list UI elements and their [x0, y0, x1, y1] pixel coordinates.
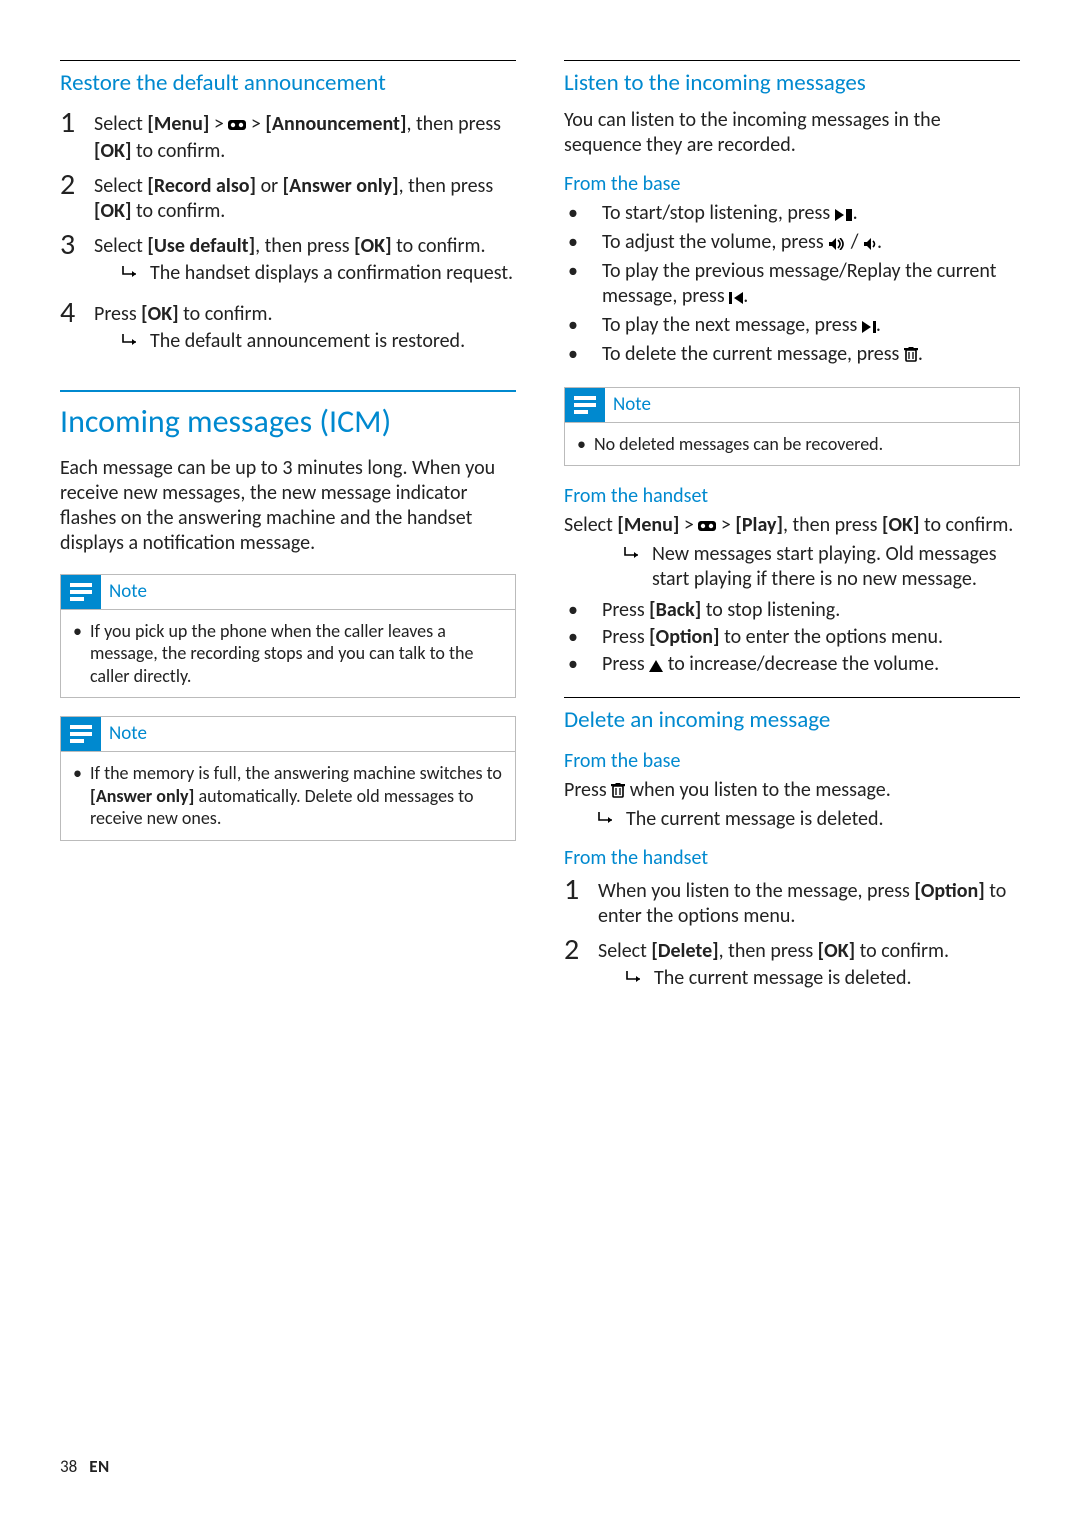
trash-icon: [611, 780, 625, 805]
step: Select [Use default], then press [OK] to…: [60, 230, 516, 292]
step: Press [OK] to confirm. The default annou…: [60, 298, 516, 360]
step: When you listen to the message, press [O…: [564, 875, 1020, 929]
result: The default announcement is restored.: [122, 329, 465, 354]
result-arrow-icon: [122, 329, 150, 352]
rule: [60, 60, 516, 61]
page-number: 38: [60, 1456, 77, 1477]
volume-down-icon: [863, 232, 877, 257]
right-column: Listen to the incoming messages You can …: [564, 60, 1020, 1003]
trash-icon: [904, 344, 918, 369]
note-box: Note •If the memory is full, the answeri…: [60, 716, 516, 841]
list-item: •Press [Back] to stop listening.: [564, 598, 1020, 623]
major-heading: Incoming messages (ICM): [60, 390, 516, 442]
volume-up-icon: [828, 232, 846, 257]
sub-heading: From the base: [564, 749, 1020, 774]
play-stop-icon: [835, 203, 853, 228]
note-box: Note •If you pick up the phone when the …: [60, 574, 516, 699]
result: The current message is deleted.: [626, 966, 949, 991]
rule: [564, 60, 1020, 61]
result: The current message is deleted.: [598, 807, 1020, 832]
list-item: •Press to increase/decrease the volume.: [564, 652, 1020, 679]
paragraph: You can listen to the incoming messages …: [564, 108, 1020, 158]
step: Select [Delete], then press [OK] to conf…: [564, 935, 1020, 997]
bullet-list: •Press [Back] to stop listening. •Press …: [564, 598, 1020, 679]
paragraph: Each message can be up to 3 minutes long…: [60, 456, 516, 556]
tape-icon: [698, 515, 716, 540]
note-icon: [61, 717, 101, 751]
sub-heading: From the base: [564, 172, 1020, 197]
list-item: •Press [Option] to enter the options men…: [564, 625, 1020, 650]
bullet-list: •To start/stop listening, press . •To ad…: [564, 201, 1020, 369]
section-heading: Delete an incoming message: [564, 706, 1020, 735]
section-heading: Restore the default announcement: [60, 69, 516, 98]
paragraph: Select [Menu] > > [Play], then press [OK…: [564, 513, 1020, 540]
page-footer: 38 EN: [60, 1456, 110, 1477]
sub-heading: From the handset: [564, 484, 1020, 509]
sub-heading: From the handset: [564, 846, 1020, 871]
steps-list: Select [Menu] > > [Announcement], then p…: [60, 108, 516, 360]
result: The handset displays a confirmation requ…: [122, 261, 513, 286]
rule: [564, 697, 1020, 698]
up-icon: [649, 654, 663, 679]
left-column: Restore the default announcement Select …: [60, 60, 516, 1003]
list-item: •To play the previous message/Replay the…: [564, 259, 1020, 311]
previous-icon: [729, 286, 743, 311]
step: Select [Menu] > > [Announcement], then p…: [60, 108, 516, 164]
list-item: •To delete the current message, press .: [564, 342, 1020, 369]
result-arrow-icon: [598, 807, 626, 830]
note-box: Note •No deleted messages can be recover…: [564, 387, 1020, 467]
list-item: •To adjust the volume, press / .: [564, 230, 1020, 257]
result-arrow-icon: [122, 261, 150, 284]
result-arrow-icon: [624, 542, 652, 565]
step: Select [Record also] or [Answer only], t…: [60, 170, 516, 224]
page-lang: EN: [89, 1456, 110, 1477]
note-icon: [61, 575, 101, 609]
next-icon: [862, 315, 876, 340]
result: New messages start playing. Old messages…: [624, 542, 1020, 592]
note-icon: [565, 388, 605, 422]
result-arrow-icon: [626, 966, 654, 989]
list-item: •To play the next message, press .: [564, 313, 1020, 340]
tape-icon: [228, 114, 246, 139]
steps-list: When you listen to the message, press [O…: [564, 875, 1020, 997]
list-item: •To start/stop listening, press .: [564, 201, 1020, 228]
section-heading: Listen to the incoming messages: [564, 69, 1020, 98]
paragraph: Press when you listen to the message.: [564, 778, 1020, 805]
